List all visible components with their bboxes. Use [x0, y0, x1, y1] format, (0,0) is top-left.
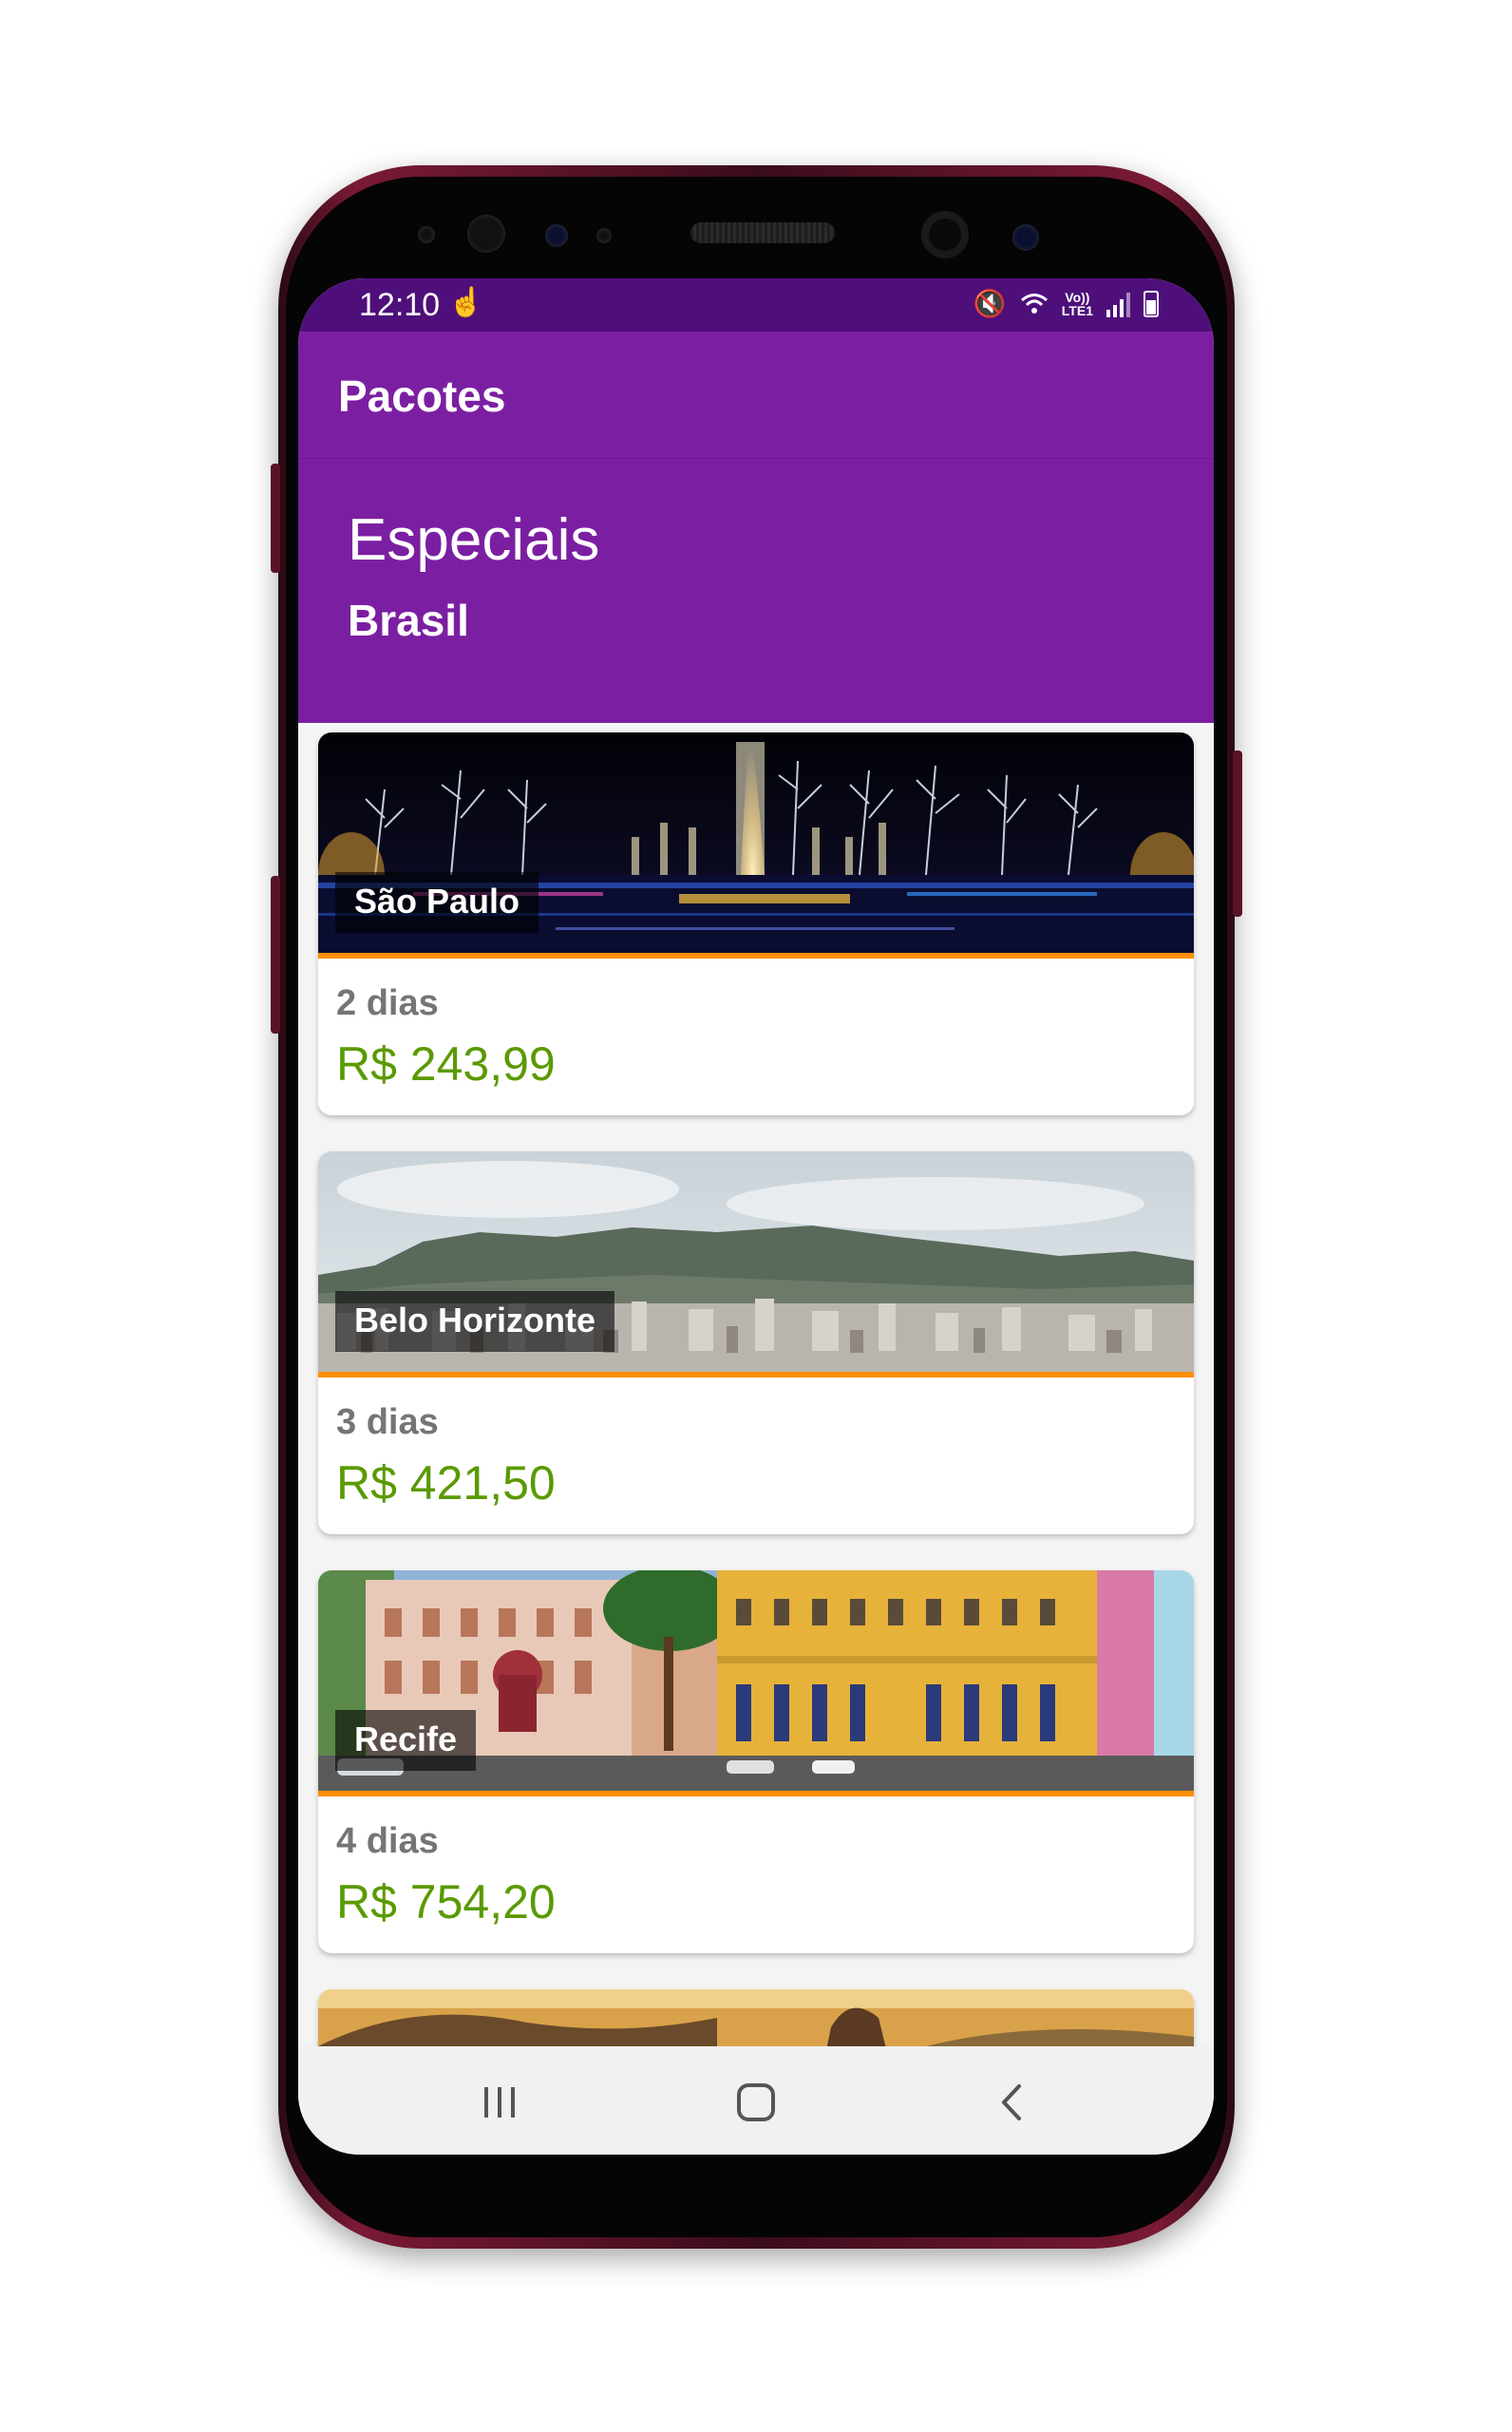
package-card[interactable]: Belo Horizonte 3 dias R$ 421,50 — [318, 1151, 1194, 1534]
iris-camera — [1012, 224, 1039, 251]
status-bar: 12:10 ☝ 🔇 Vo)) LTE1 — [298, 278, 1214, 332]
bay-sunset-photo — [318, 1989, 1194, 2046]
battery-icon — [1143, 290, 1159, 317]
header-subtitle: Brasil — [348, 596, 469, 645]
package-card[interactable]: São Paulo 2 dias R$ 243,99 — [318, 732, 1194, 1115]
package-card[interactable] — [318, 1989, 1194, 2046]
back-icon[interactable] — [979, 2069, 1046, 2136]
package-duration: 4 dias — [336, 1821, 439, 1861]
city-label: São Paulo — [335, 872, 539, 933]
power-button — [1233, 750, 1242, 917]
package-price: R$ 243,99 — [336, 1037, 556, 1091]
signal-icon — [1106, 291, 1130, 317]
phone-screen: 12:10 ☝ 🔇 Vo)) LTE1 Pacotes Especiais Br… — [298, 278, 1214, 2155]
city-label: Belo Horizonte — [335, 1291, 615, 1352]
app-bar-title: Pacotes — [338, 371, 506, 421]
lte-label: LTE1 — [1061, 302, 1093, 318]
bixby-button — [271, 876, 280, 1034]
package-price: R$ 421,50 — [336, 1456, 556, 1510]
navigation-bar — [298, 2046, 1214, 2155]
accent-stripe — [318, 1372, 1194, 1378]
recents-icon[interactable] — [466, 2069, 533, 2136]
light-sensor — [467, 215, 505, 253]
wifi-icon — [1020, 293, 1048, 314]
status-icons: 🔇 Vo)) LTE1 — [973, 288, 1159, 319]
status-time: 12:10 — [359, 287, 441, 323]
header-banner: Especiais Brasil — [298, 459, 1214, 723]
app-bar: Pacotes — [298, 332, 1214, 459]
city-label: Recife — [335, 1710, 477, 1771]
led-sensor — [596, 228, 612, 243]
header-title: Especiais — [348, 507, 600, 573]
package-duration: 2 dias — [336, 983, 439, 1023]
iris-sensor — [545, 224, 568, 247]
proximity-sensor — [418, 226, 435, 243]
volume-button — [271, 464, 280, 573]
front-camera — [921, 211, 969, 258]
volte-label: Vo)) — [1065, 289, 1090, 305]
accent-stripe — [318, 1791, 1194, 1796]
mute-icon: 🔇 — [973, 289, 1007, 318]
package-list[interactable]: São Paulo 2 dias R$ 243,99 Belo Horizont… — [298, 723, 1214, 2046]
volte-icon: Vo)) LTE1 — [1062, 291, 1093, 317]
earpiece-speaker — [690, 222, 835, 243]
package-price: R$ 754,20 — [336, 1875, 556, 1928]
package-duration: 3 dias — [336, 1402, 439, 1442]
package-card[interactable]: Recife 4 dias R$ 754,20 — [318, 1570, 1194, 1953]
touch-icon: ☝ — [448, 287, 484, 318]
accent-stripe — [318, 953, 1194, 959]
home-icon[interactable] — [723, 2069, 789, 2136]
